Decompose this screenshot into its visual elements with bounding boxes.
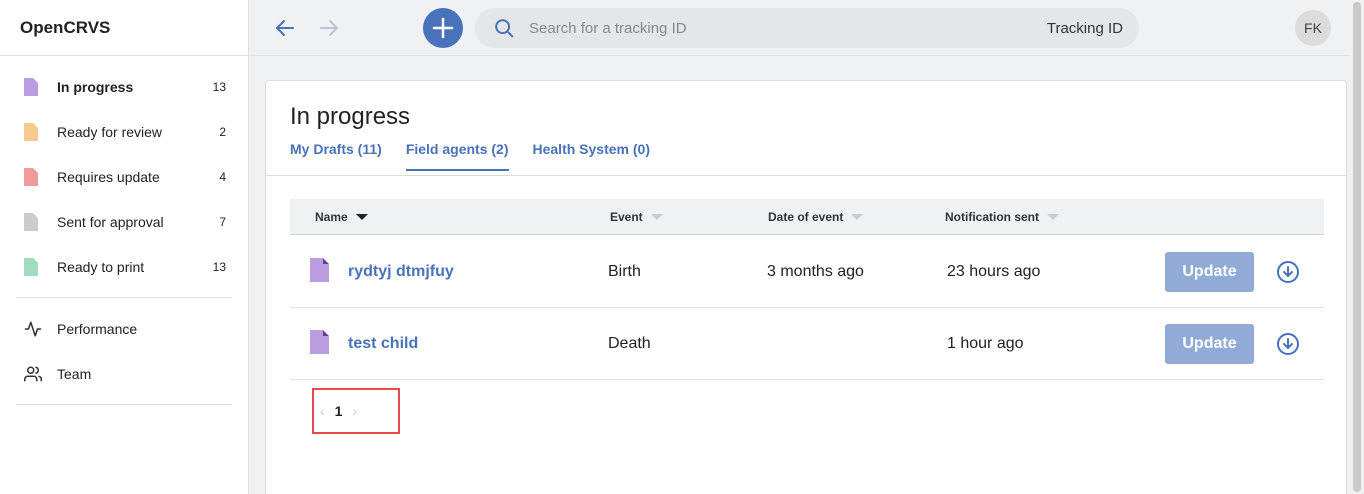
back-arrow-icon[interactable] (273, 16, 297, 40)
sort-icon (650, 214, 663, 220)
avatar[interactable]: FK (1295, 10, 1331, 46)
document-icon (24, 122, 38, 141)
secondary-nav: Performance Team (16, 298, 232, 405)
document-icon (24, 77, 38, 96)
column-header-date-of-event[interactable]: Date of event (768, 210, 864, 224)
event-cell: Death (608, 335, 651, 352)
activity-icon (24, 321, 42, 336)
page-title: In progress (290, 103, 411, 130)
sidebar-item-count: 4 (219, 169, 226, 184)
sort-icon (1047, 214, 1060, 220)
download-icon[interactable] (1276, 260, 1300, 284)
sidebar-item-team[interactable]: Team (16, 351, 232, 396)
forward-arrow-icon[interactable] (317, 16, 341, 40)
sidebar-item-sent-for-approval[interactable]: Sent for approval 7 (16, 199, 232, 244)
table-row: rydtyj dtmjfuy Birth 3 months ago 23 hou… (290, 236, 1324, 308)
next-page-button[interactable]: › (352, 403, 357, 419)
search-input[interactable] (529, 19, 1047, 37)
page-number-current[interactable]: 1 (335, 403, 343, 419)
tab-bar: My Drafts (11) Field agents (2) Health S… (290, 141, 650, 171)
scrollbar[interactable] (1350, 0, 1364, 494)
document-icon (310, 330, 329, 354)
sidebar-item-requires-update[interactable]: Requires update 4 (16, 154, 232, 199)
document-icon (24, 167, 38, 186)
users-icon (24, 366, 42, 381)
sidebar-item-performance[interactable]: Performance (16, 306, 232, 351)
sidebar-item-label: Ready for review (57, 123, 163, 140)
tab-health-system[interactable]: Health System (0) (533, 141, 650, 171)
table-row: test child Death 1 hour ago Update (290, 308, 1324, 380)
tab-field-agents[interactable]: Field agents (2) (405, 141, 509, 171)
new-event-button[interactable] (423, 8, 463, 48)
sort-desc-icon (355, 214, 368, 220)
search-bar: Tracking ID (475, 8, 1139, 48)
table-header: Name Event Date of event Notification se… (290, 199, 1324, 235)
sidebar-item-count: 13 (212, 259, 226, 274)
record-name-link[interactable]: rydtyj dtmjfuy (348, 263, 454, 281)
search-icon[interactable] (493, 17, 515, 39)
workqueue-card: In progress My Drafts (11) Field agents … (265, 80, 1347, 494)
sidebar-item-count: 2 (219, 124, 226, 139)
scrollbar-thumb[interactable] (1353, 2, 1361, 492)
top-bar: Tracking ID FK (249, 0, 1350, 56)
column-header-name[interactable]: Name (315, 210, 368, 224)
column-header-event[interactable]: Event (610, 210, 663, 224)
sidebar-item-label: Requires update (57, 168, 160, 185)
column-header-notification-sent[interactable]: Notification sent (945, 210, 1060, 224)
record-name-link[interactable]: test child (348, 335, 418, 353)
document-icon (24, 257, 38, 276)
sidebar-item-label: Ready to print (57, 258, 145, 275)
notification-sent-cell: 23 hours ago (947, 263, 1041, 280)
sidebar-item-label: Team (57, 365, 92, 382)
search-type-selector[interactable]: Tracking ID (1047, 20, 1123, 37)
download-icon[interactable] (1276, 332, 1300, 356)
update-button[interactable]: Update (1165, 252, 1254, 292)
sidebar-item-in-progress[interactable]: In progress 13 (16, 64, 232, 109)
sort-icon (851, 214, 864, 220)
column-header-label: Name (315, 210, 348, 224)
sidebar-item-label: Sent for approval (57, 213, 164, 230)
workqueue-nav: In progress 13 Ready for review 2 Requir… (16, 56, 232, 298)
sidebar: OpenCRVS In progress 13 Ready for review… (0, 0, 249, 494)
sidebar-item-count: 13 (212, 79, 226, 94)
pagination: ‹ 1 › (312, 388, 400, 434)
sidebar-item-label: Performance (57, 320, 138, 337)
sidebar-item-ready-for-review[interactable]: Ready for review 2 (16, 109, 232, 154)
column-header-label: Notification sent (945, 210, 1040, 224)
update-button[interactable]: Update (1165, 324, 1254, 364)
column-header-label: Date of event (768, 210, 844, 224)
event-cell: Birth (608, 263, 641, 280)
plus-icon (432, 17, 454, 39)
sidebar-item-ready-to-print[interactable]: Ready to print 13 (16, 244, 232, 289)
date-of-event-cell: 3 months ago (767, 263, 864, 280)
sidebar-item-label: In progress (57, 78, 134, 95)
previous-page-button[interactable]: ‹ (320, 403, 325, 419)
app-title: OpenCRVS (0, 0, 248, 56)
sidebar-item-count: 7 (219, 214, 226, 229)
tab-my-drafts[interactable]: My Drafts (11) (290, 141, 382, 171)
tabs-divider (266, 175, 1346, 176)
notification-sent-cell: 1 hour ago (947, 335, 1024, 352)
document-icon (24, 212, 38, 231)
column-header-label: Event (610, 210, 643, 224)
document-icon (310, 258, 329, 282)
